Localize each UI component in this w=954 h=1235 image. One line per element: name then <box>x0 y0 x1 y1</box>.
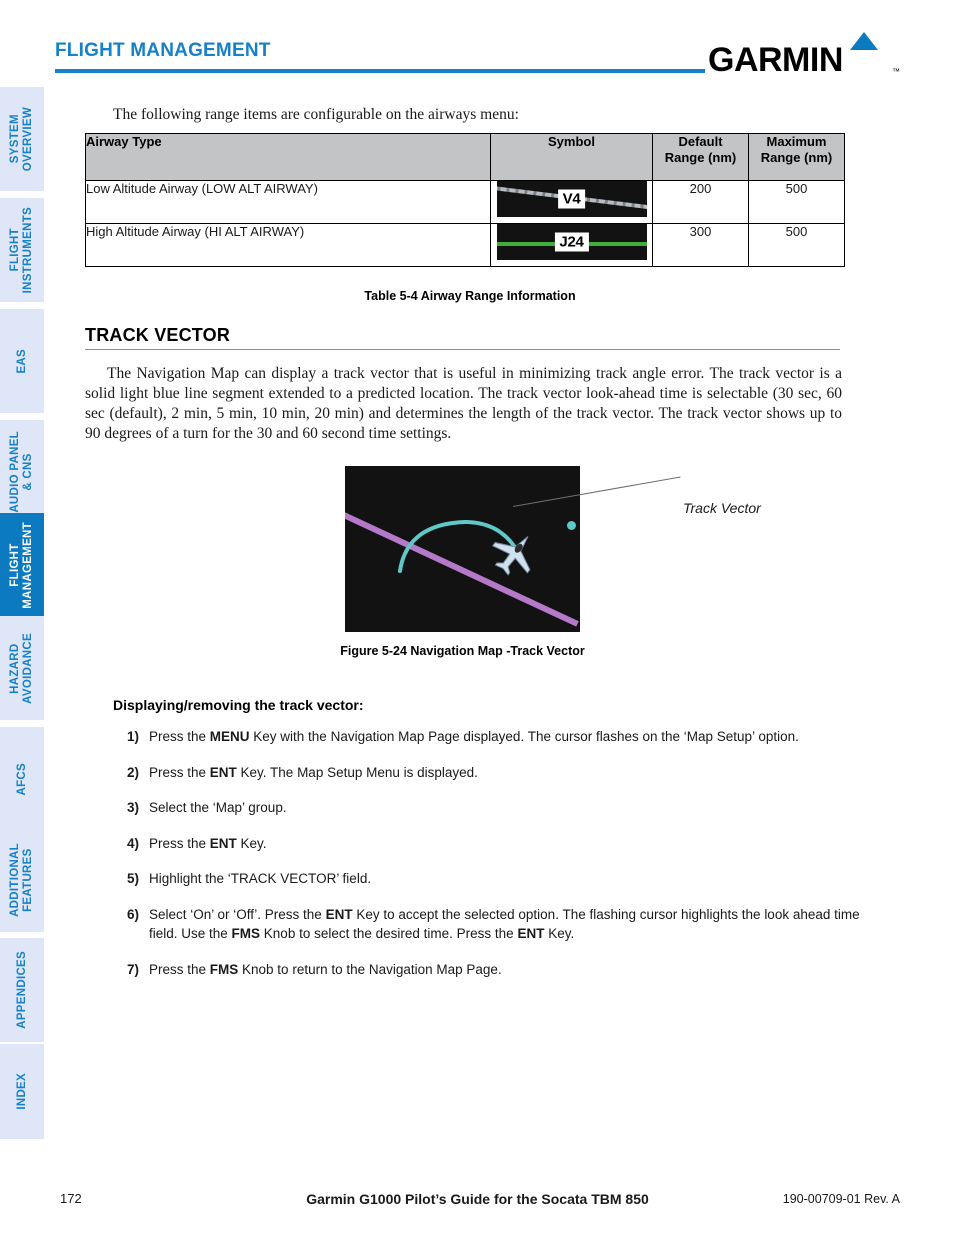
airway-label-tag: J24 <box>554 232 589 252</box>
section-heading-block: TRACK VECTOR <box>85 325 855 350</box>
garmin-trademark-symbol: ™ <box>892 67 900 76</box>
sidebar-tab-label: FLIGHT INSTRUMENTS <box>9 206 34 294</box>
default-range-line1: Default <box>678 134 723 149</box>
figure-caption: Figure 5-24 Navigation Map -Track Vector <box>340 644 585 658</box>
default-range-line2: Range (nm) <box>664 150 737 165</box>
page-title: FLIGHT MANAGEMENT <box>55 40 271 61</box>
procedure-step-text: Press the MENU Key with the Navigation M… <box>149 729 799 744</box>
intro-paragraph: The following range items are configurab… <box>113 106 519 123</box>
section-paragraph: The Navigation Map can display a track v… <box>85 364 842 444</box>
sidebar-tab-hazard-avoidance[interactable]: HAZARD AVOIDANCE <box>0 616 44 720</box>
page-footer: 172 Garmin G1000 Pilot’s Guide for the S… <box>55 1191 900 1211</box>
sidebar-tab-label: AFCS <box>15 762 28 796</box>
procedure-step: 7) Press the FMS Knob to return to the Na… <box>113 960 869 980</box>
procedure-step: 2) Press the ENT Key. The Map Setup Menu … <box>113 763 869 783</box>
garmin-logo: GARMIN ™ <box>700 32 900 82</box>
aircraft-symbol-icon <box>491 536 531 576</box>
sidebar-tab-flight-instruments[interactable]: FLIGHT INSTRUMENTS <box>0 198 44 302</box>
sidebar-tab-audio-panel-cns[interactable]: AUDIO PANEL & CNS <box>0 420 44 524</box>
procedure-steps: 1) Press the MENU Key with the Navigation… <box>113 727 860 979</box>
cell-airway-type: High Altitude Airway (HI ALT AIRWAY) <box>85 223 491 267</box>
sidebar-tab-appendices[interactable]: APPENDICES <box>0 938 44 1042</box>
column-header-symbol: Symbol <box>490 133 653 181</box>
figure-block: Track Vector Figure 5-24 Navigation Map … <box>85 466 855 661</box>
low-altitude-airway-symbol: V4 <box>496 181 647 217</box>
column-header-default-range: Default Range (nm) <box>652 133 749 181</box>
procedure-step-number: 6) <box>126 906 139 922</box>
cell-airway-type: Low Altitude Airway (LOW ALT AIRWAY) <box>85 180 491 224</box>
waypoint-dot <box>567 521 576 530</box>
section-heading: TRACK VECTOR <box>85 325 231 345</box>
cell-default-range: 300 <box>652 223 749 267</box>
procedure-step-text: Press the FMS Knob to return to the Navi… <box>149 961 502 977</box>
procedure-step-text: Select the ‘Map’ group. <box>149 800 287 815</box>
header-divider <box>55 69 705 73</box>
sidebar-tab-afcs[interactable]: AFCS <box>0 727 44 831</box>
maximum-range-line1: Maximum <box>766 134 827 149</box>
sidebar-tab-system-overview[interactable]: SYSTEM OVERVIEW <box>0 87 44 191</box>
sidebar-tab-label: AUDIO PANEL & CNS <box>9 431 34 513</box>
sidebar-tab-index[interactable]: INDEX <box>0 1044 44 1139</box>
cell-symbol: V4 <box>490 180 653 224</box>
table-row: Low Altitude Airway (LOW ALT AIRWAY) V4 … <box>85 180 845 224</box>
sidebar-tab-label: FLIGHT MANAGEMENT <box>9 521 34 609</box>
sidebar-tab-flight-management[interactable]: FLIGHT MANAGEMENT <box>0 513 44 617</box>
airway-label-tag: V4 <box>557 189 586 209</box>
procedure-step-number: 4) <box>126 835 139 851</box>
procedure-step-text: Highlight the ‘TRACK VECTOR’ field. <box>149 871 372 886</box>
cell-maximum-range: 500 <box>748 223 845 267</box>
cell-maximum-range: 500 <box>748 180 845 224</box>
procedure-step: 6) Select ‘On’ or ‘Off’. Press the ENT Ke… <box>113 905 869 944</box>
maximum-range-line2: Range (nm) <box>760 150 833 165</box>
procedure-step-text: Press the ENT Key. The Map Setup Menu is… <box>149 764 478 780</box>
sidebar-tab-label: EAS <box>15 348 28 374</box>
sidebar-tab-label: ADDITIONAL FEATURES <box>9 843 34 917</box>
procedure-step-number: 1) <box>126 729 139 744</box>
table-row: High Altitude Airway (HI ALT AIRWAY) J24… <box>85 223 845 267</box>
sidebar-tab-eas[interactable]: EAS <box>0 309 44 413</box>
sidebar-tabs: SYSTEM OVERVIEW FLIGHT INSTRUMENTS EAS AUDI… <box>0 0 45 1235</box>
sidebar-tab-label: APPENDICES <box>15 951 28 1029</box>
section-divider <box>85 349 840 350</box>
column-header-airway-type: Airway Type <box>85 133 491 181</box>
procedure-step: 1) Press the MENU Key with the Navigation… <box>113 727 869 747</box>
table-caption: Table 5-4 Airway Range Information <box>364 289 576 303</box>
procedure-step-number: 5) <box>126 871 139 886</box>
sidebar-tab-label: HAZARD AVOIDANCE <box>9 632 34 704</box>
procedure-step-number: 7) <box>126 961 139 977</box>
navigation-map-figure <box>345 466 580 632</box>
page-content: The following range items are configurab… <box>85 105 860 995</box>
procedure-step: 5) Highlight the ‘TRACK VECTOR’ field. <box>113 869 869 889</box>
garmin-wordmark: GARMIN <box>708 41 843 79</box>
procedure-step-text: Select ‘On’ or ‘Off’. Press the ENT Key … <box>149 906 860 942</box>
procedure-step-number: 2) <box>126 764 139 780</box>
cell-default-range: 200 <box>652 180 749 224</box>
high-altitude-airway-symbol: J24 <box>496 224 647 260</box>
footer-part-number: 190-00709-01 Rev. A <box>782 1192 900 1206</box>
track-vector-callout-label: Track Vector <box>683 500 761 516</box>
track-vector-arc <box>398 519 522 573</box>
sidebar-tab-additional-features[interactable]: ADDITIONAL FEATURES <box>0 828 44 932</box>
procedure-step: 3) Select the ‘Map’ group. <box>113 798 869 818</box>
page-header: FLIGHT MANAGEMENT GARMIN ™ <box>55 32 900 85</box>
table-header-row: Airway Type Symbol Default Range (nm) Ma… <box>85 133 845 181</box>
cell-symbol: J24 <box>490 223 653 267</box>
airway-range-table: Airway Type Symbol Default Range (nm) Ma… <box>85 133 845 267</box>
footer-document-title: Garmin G1000 Pilot’s Guide for the Socat… <box>306 1191 649 1207</box>
procedure-title: Displaying/removing the track vector: <box>113 697 364 713</box>
sidebar-tab-label: SYSTEM OVERVIEW <box>9 106 34 172</box>
procedure-step-number: 3) <box>126 800 139 815</box>
procedure-step: 4) Press the ENT Key. <box>113 834 869 854</box>
sidebar-tab-label: INDEX <box>15 1073 28 1110</box>
section-paragraph-text: The Navigation Map can display a track v… <box>85 365 842 442</box>
procedure-step-text: Press the ENT Key. <box>149 835 267 851</box>
column-header-maximum-range: Maximum Range (nm) <box>748 133 845 181</box>
garmin-triangle-icon <box>850 32 878 50</box>
